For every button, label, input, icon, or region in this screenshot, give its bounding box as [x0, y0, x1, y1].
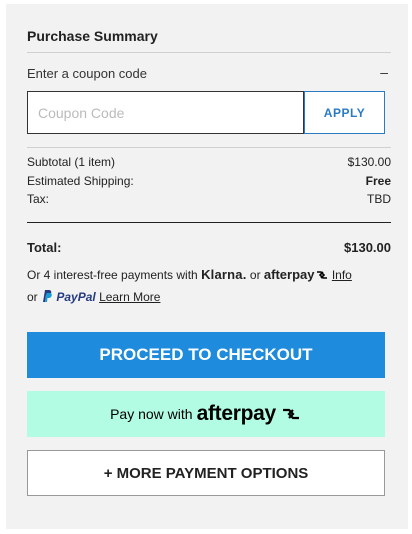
shipping-label: Estimated Shipping:: [27, 174, 134, 188]
installments-text: Or 4 interest-free payments with: [27, 268, 198, 282]
klarna-logo: Klarna.: [201, 267, 247, 282]
afterpay-arrows-icon: [316, 271, 327, 279]
more-payment-options-button[interactable]: + MORE PAYMENT OPTIONS: [27, 450, 385, 496]
afterpay-button-logo: afterpay: [196, 402, 277, 425]
subtotal-label: Subtotal (1 item): [27, 155, 116, 169]
total-row: Total: $130.00: [27, 240, 391, 258]
shipping-value: Free: [365, 174, 391, 188]
total-label: Total:: [27, 240, 62, 255]
paypal-logo: PayPal: [56, 290, 96, 304]
afterpay-button-prefix: Pay now with: [110, 406, 193, 422]
coupon-toggle[interactable]: Enter a coupon code –: [27, 64, 391, 86]
learn-more-link[interactable]: Learn More: [99, 290, 160, 304]
paypal-line: or PayPal Learn More: [27, 289, 397, 307]
divider: [27, 52, 391, 53]
afterpay-logo: afterpay: [263, 267, 315, 282]
apply-coupon-button[interactable]: APPLY: [304, 91, 385, 134]
total-divider: [27, 222, 391, 223]
summary-title: Purchase Summary: [27, 28, 158, 44]
or-text: or: [249, 268, 261, 282]
shipping-row: Estimated Shipping: Free: [27, 174, 391, 190]
collapse-icon[interactable]: –: [380, 64, 388, 80]
divider: [27, 147, 391, 148]
proceed-to-checkout-button[interactable]: PROCEED TO CHECKOUT: [27, 332, 385, 378]
tax-row: Tax: TBD: [27, 192, 391, 208]
coupon-code-input[interactable]: [27, 91, 304, 134]
or-text: or: [27, 290, 38, 304]
installments-line: Or 4 interest-free payments with Klarna.…: [27, 267, 397, 285]
paypal-icon: [43, 290, 52, 302]
coupon-toggle-label: Enter a coupon code: [27, 66, 147, 81]
subtotal-row: Subtotal (1 item) $130.00: [27, 155, 391, 171]
subtotal-value: $130.00: [347, 155, 391, 169]
purchase-summary-panel: Purchase Summary Enter a coupon code – A…: [6, 4, 408, 529]
tax-label: Tax:: [27, 192, 50, 206]
tax-value: TBD: [367, 192, 391, 206]
total-value: $130.00: [344, 240, 391, 255]
pay-with-afterpay-button[interactable]: Pay now with afterpay: [27, 391, 385, 437]
info-link[interactable]: Info: [332, 268, 352, 282]
afterpay-arrows-icon: [282, 408, 299, 420]
